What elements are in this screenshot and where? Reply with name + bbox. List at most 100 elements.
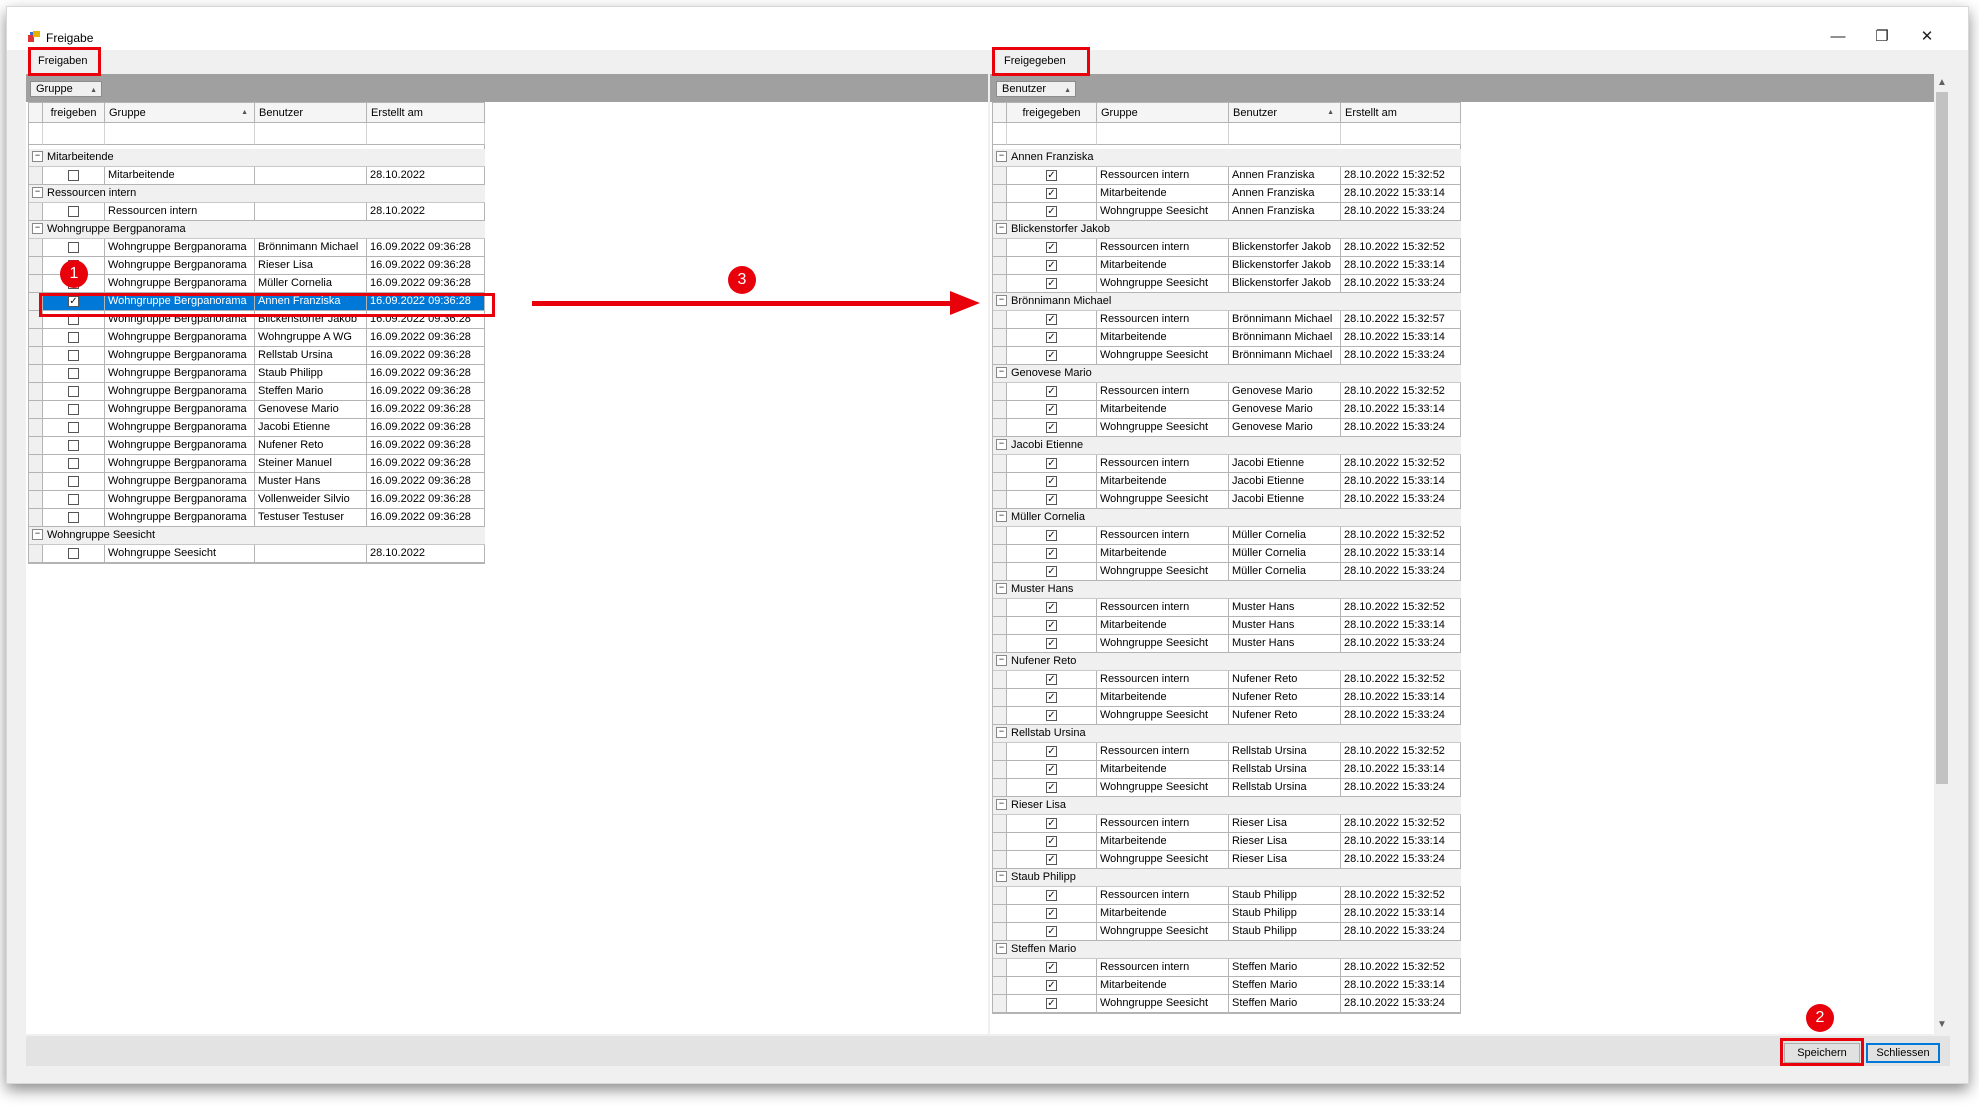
left-cell-datum[interactable]: 16.09.2022 09:36:28 [367, 473, 485, 491]
right-cell-benutzer[interactable]: Brönnimann Michael [1229, 311, 1341, 329]
share-checkbox[interactable]: ✓ [1046, 170, 1057, 181]
right-cell-datum[interactable]: 28.10.2022 15:33:14 [1341, 257, 1461, 275]
share-checkbox[interactable] [68, 422, 79, 433]
collapse-icon[interactable]: − [996, 366, 1007, 378]
left-checkbox-cell[interactable] [43, 401, 105, 419]
share-checkbox[interactable] [68, 476, 79, 487]
right-checkbox-cell[interactable]: ✓ [1007, 671, 1097, 689]
right-group-row[interactable]: − Annen Franziska [993, 149, 1461, 167]
right-group-row[interactable]: − Nufener Reto [993, 653, 1461, 671]
right-cell-gruppe[interactable]: Mitarbeitende [1097, 977, 1229, 995]
share-checkbox[interactable]: ✓ [1046, 782, 1057, 793]
share-checkbox[interactable]: ✓ [1046, 710, 1057, 721]
right-group-row[interactable]: − Müller Cornelia [993, 509, 1461, 527]
right-cell-datum[interactable]: 28.10.2022 15:32:52 [1341, 815, 1461, 833]
left-cell-benutzer[interactable]: Rieser Lisa [255, 257, 367, 275]
left-cell-gruppe[interactable]: Wohngruppe Bergpanorama [105, 347, 255, 365]
right-cell-benutzer[interactable]: Staub Philipp [1229, 905, 1341, 923]
right-cell-benutzer[interactable]: Genovese Mario [1229, 401, 1341, 419]
left-cell-datum[interactable]: 28.10.2022 [367, 545, 485, 563]
left-checkbox-cell[interactable] [43, 347, 105, 365]
left-cell-benutzer[interactable]: Wohngruppe A WG [255, 329, 367, 347]
left-group-row[interactable]: − Mitarbeitende [29, 149, 485, 167]
share-checkbox[interactable] [68, 386, 79, 397]
right-checkbox-cell[interactable]: ✓ [1007, 923, 1097, 941]
right-group-row[interactable]: − Blickenstorfer Jakob [993, 221, 1461, 239]
scroll-down-icon[interactable]: ▼ [1934, 1018, 1950, 1032]
right-cell-datum[interactable]: 28.10.2022 15:33:24 [1341, 203, 1461, 221]
right-cell-gruppe[interactable]: Ressourcen intern [1097, 671, 1229, 689]
right-cell-datum[interactable]: 28.10.2022 15:33:24 [1341, 347, 1461, 365]
left-cell-gruppe[interactable]: Wohngruppe Bergpanorama [105, 239, 255, 257]
scroll-thumb[interactable] [1936, 92, 1948, 784]
right-checkbox-cell[interactable]: ✓ [1007, 779, 1097, 797]
share-checkbox[interactable]: ✓ [1046, 350, 1057, 361]
right-cell-datum[interactable]: 28.10.2022 15:33:24 [1341, 779, 1461, 797]
share-checkbox[interactable]: ✓ [1046, 926, 1057, 937]
share-checkbox[interactable] [68, 206, 79, 217]
right-cell-gruppe[interactable]: Ressourcen intern [1097, 743, 1229, 761]
right-checkbox-cell[interactable]: ✓ [1007, 329, 1097, 347]
share-checkbox[interactable] [68, 440, 79, 451]
left-cell-gruppe[interactable]: Wohngruppe Bergpanorama [105, 365, 255, 383]
left-filter-cell-0[interactable] [43, 123, 105, 145]
share-checkbox[interactable] [68, 512, 79, 523]
left-cell-gruppe[interactable]: Wohngruppe Seesicht [105, 545, 255, 563]
right-cell-benutzer[interactable]: Blickenstorfer Jakob [1229, 257, 1341, 275]
right-cell-datum[interactable]: 28.10.2022 15:33:24 [1341, 419, 1461, 437]
right-cell-benutzer[interactable]: Genovese Mario [1229, 419, 1341, 437]
share-checkbox[interactable]: ✓ [1046, 206, 1057, 217]
left-cell-benutzer[interactable]: Nufener Reto [255, 437, 367, 455]
right-checkbox-cell[interactable]: ✓ [1007, 383, 1097, 401]
right-checkbox-cell[interactable]: ✓ [1007, 473, 1097, 491]
right-cell-datum[interactable]: 28.10.2022 15:32:52 [1341, 239, 1461, 257]
share-checkbox[interactable]: ✓ [1046, 566, 1057, 577]
left-cell-datum[interactable]: 16.09.2022 09:36:28 [367, 491, 485, 509]
right-cell-datum[interactable]: 28.10.2022 15:32:52 [1341, 887, 1461, 905]
left-cell-datum[interactable]: 16.09.2022 09:36:28 [367, 275, 485, 293]
right-cell-benutzer[interactable]: Blickenstorfer Jakob [1229, 275, 1341, 293]
left-cell-benutzer[interactable]: Staub Philipp [255, 365, 367, 383]
right-filter-cell-3[interactable] [1341, 123, 1461, 145]
collapse-icon[interactable]: − [996, 510, 1007, 522]
right-cell-benutzer[interactable]: Jacobi Etienne [1229, 491, 1341, 509]
right-cell-benutzer[interactable]: Rellstab Ursina [1229, 761, 1341, 779]
left-group-chip[interactable]: Gruppe ▲ [30, 81, 102, 97]
right-cell-gruppe[interactable]: Ressourcen intern [1097, 311, 1229, 329]
right-checkbox-cell[interactable]: ✓ [1007, 257, 1097, 275]
share-checkbox[interactable]: ✓ [1046, 386, 1057, 397]
left-cell-datum[interactable]: 16.09.2022 09:36:28 [367, 347, 485, 365]
right-checkbox-cell[interactable]: ✓ [1007, 689, 1097, 707]
right-checkbox-cell[interactable]: ✓ [1007, 977, 1097, 995]
share-checkbox[interactable]: ✓ [1046, 422, 1057, 433]
left-cell-gruppe[interactable]: Wohngruppe Bergpanorama [105, 509, 255, 527]
collapse-icon[interactable]: − [996, 654, 1007, 666]
right-cell-benutzer[interactable]: Jacobi Etienne [1229, 455, 1341, 473]
right-cell-gruppe[interactable]: Wohngruppe Seesicht [1097, 203, 1229, 221]
right-cell-datum[interactable]: 28.10.2022 15:33:24 [1341, 491, 1461, 509]
left-cell-gruppe[interactable]: Mitarbeitende [105, 167, 255, 185]
left-cell-datum[interactable]: 16.09.2022 09:36:28 [367, 239, 485, 257]
share-checkbox[interactable]: ✓ [1046, 242, 1057, 253]
right-checkbox-cell[interactable]: ✓ [1007, 707, 1097, 725]
left-cell-gruppe[interactable]: Wohngruppe Bergpanorama [105, 455, 255, 473]
right-checkbox-cell[interactable]: ✓ [1007, 401, 1097, 419]
left-cell-gruppe[interactable]: Wohngruppe Bergpanorama [105, 329, 255, 347]
share-checkbox[interactable]: ✓ [1046, 314, 1057, 325]
right-cell-benutzer[interactable]: Annen Franziska [1229, 203, 1341, 221]
right-cell-gruppe[interactable]: Ressourcen intern [1097, 455, 1229, 473]
collapse-icon[interactable]: − [996, 294, 1007, 306]
right-checkbox-cell[interactable]: ✓ [1007, 185, 1097, 203]
right-cell-datum[interactable]: 28.10.2022 15:33:24 [1341, 995, 1461, 1013]
left-checkbox-cell[interactable] [43, 419, 105, 437]
right-filter-cell-0[interactable] [1007, 123, 1097, 145]
right-cell-datum[interactable]: 28.10.2022 15:33:14 [1341, 689, 1461, 707]
collapse-icon[interactable]: − [996, 726, 1007, 738]
right-group-chip[interactable]: Benutzer ▲ [996, 81, 1076, 97]
right-cell-datum[interactable]: 28.10.2022 15:33:24 [1341, 563, 1461, 581]
share-checkbox[interactable]: ✓ [1046, 620, 1057, 631]
right-checkbox-cell[interactable]: ✓ [1007, 743, 1097, 761]
share-checkbox[interactable]: ✓ [1046, 764, 1057, 775]
right-group-row[interactable]: − Rellstab Ursina [993, 725, 1461, 743]
right-cell-benutzer[interactable]: Jacobi Etienne [1229, 473, 1341, 491]
